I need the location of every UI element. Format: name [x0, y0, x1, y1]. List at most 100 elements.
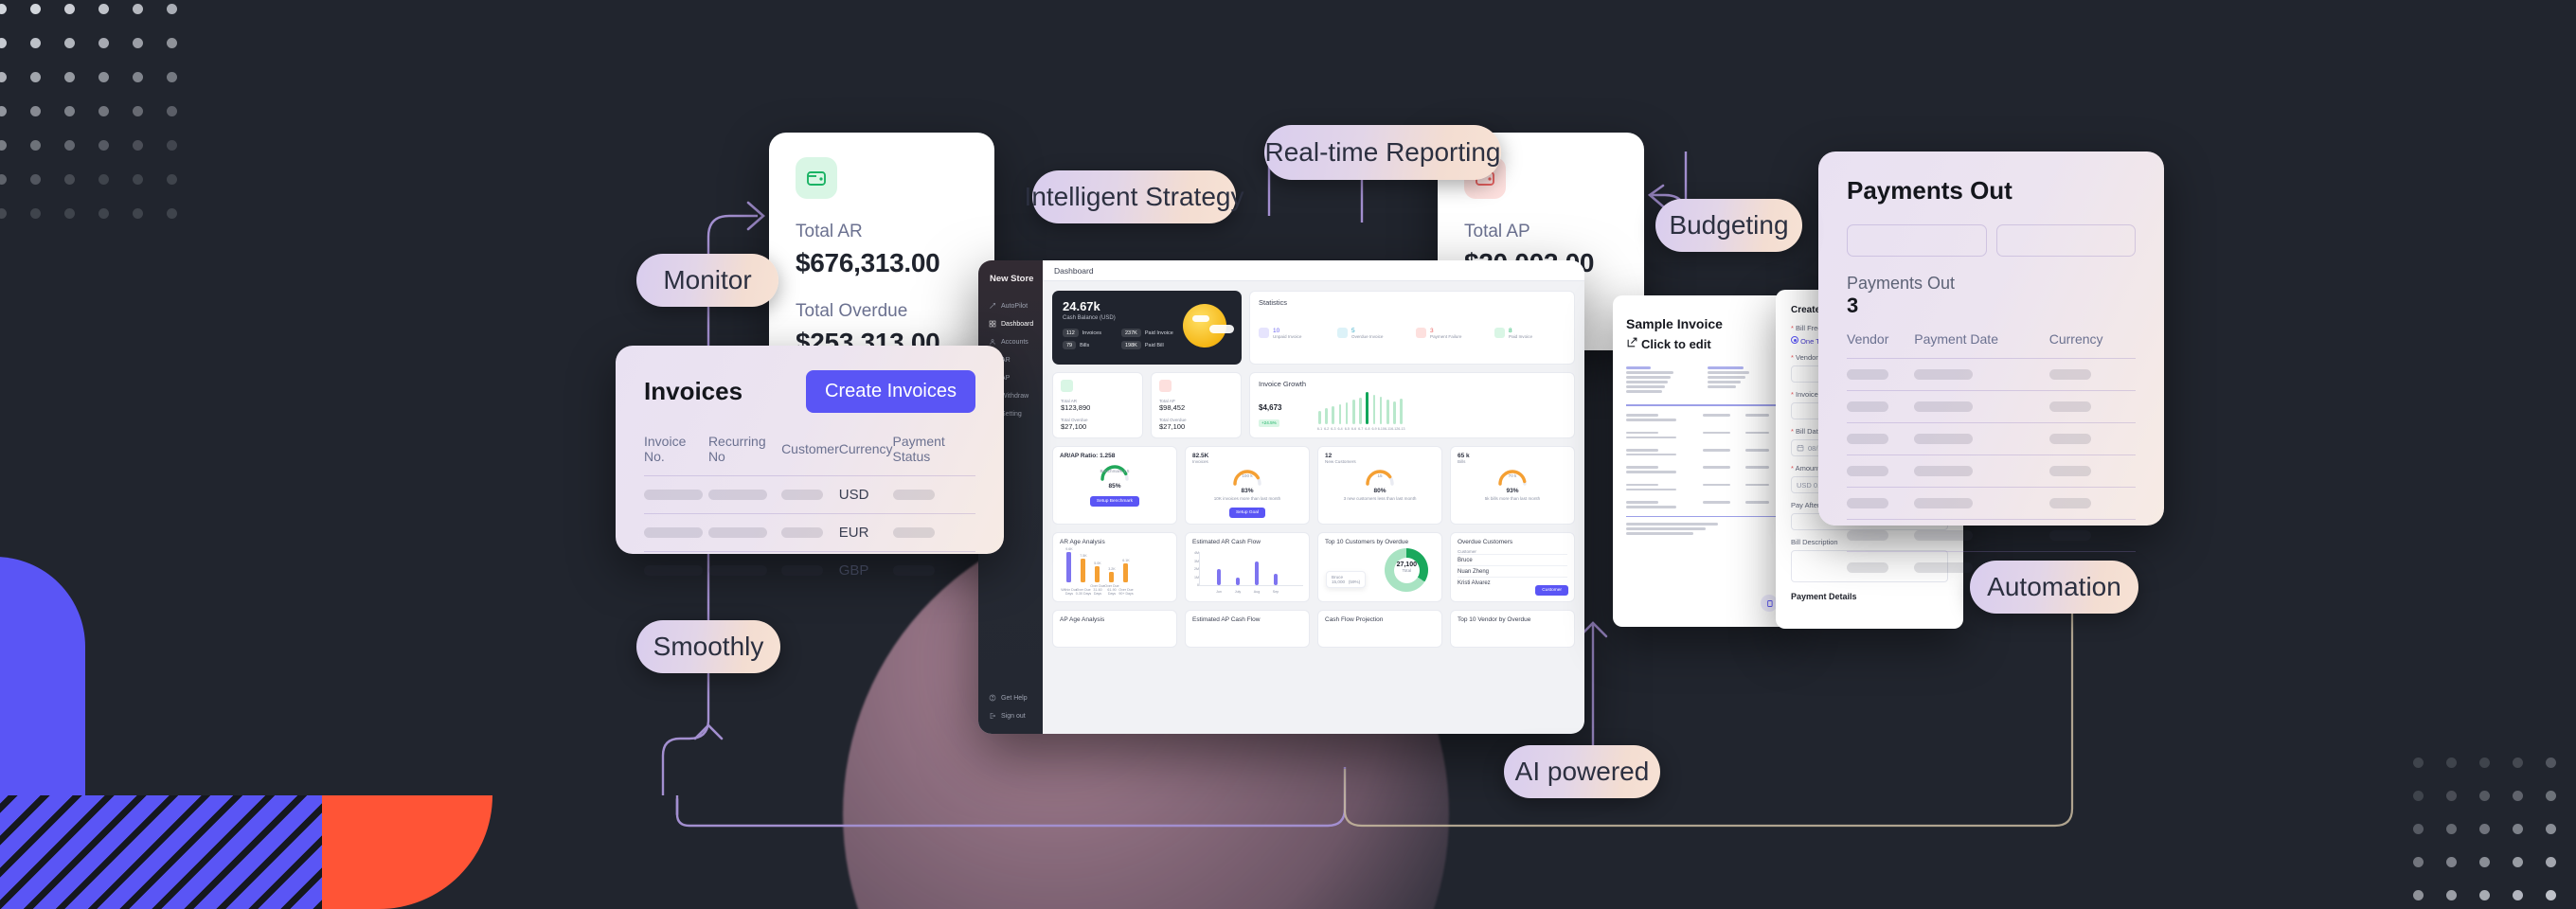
required-marker: * [1791, 390, 1794, 399]
hero-illustration: Total AR $676,313.00 Total Overdue $253,… [0, 0, 2576, 909]
pill-automation[interactable]: Automation [1970, 561, 2138, 614]
cell-payment-date [1914, 422, 2049, 455]
payments-filter-input-2[interactable] [1995, 224, 2136, 257]
gauge-card: 65 k Bills 70 k 93% 5k bills more than l… [1450, 446, 1575, 525]
help-icon [989, 694, 996, 704]
click-to-edit-hint[interactable]: Click to edit [1626, 336, 1780, 351]
sidebar-item-get-help[interactable]: Get Help [986, 689, 1035, 707]
ar-tile-value: $123,890 [1061, 403, 1091, 412]
cloud-illustration [1209, 325, 1234, 333]
chart-bar [1217, 569, 1221, 585]
table-row[interactable] [1847, 358, 2136, 391]
pill-intelligent-strategy-label: Intelligent Strategy [1024, 182, 1244, 211]
gauge-inner-label: 15 [1377, 473, 1383, 478]
payments-out-table: Vendor Payment Date Currency [1847, 331, 2136, 583]
amount-label: Amount [1795, 464, 1820, 472]
chart-bar [1123, 562, 1128, 582]
gauge-subheading: Invoices [1192, 459, 1208, 464]
statistics-title: Statistics [1259, 298, 1288, 307]
growth-bar [1400, 399, 1403, 424]
autopilot-icon [989, 302, 996, 312]
pill-smoothly[interactable]: Smoothly [636, 620, 780, 673]
cell-payment-status [892, 551, 975, 589]
table-row[interactable] [1847, 422, 2136, 455]
pill-real-time-reporting[interactable]: Real-time Reporting [1264, 125, 1501, 180]
overdue-customer-row: Bruce [1458, 554, 1567, 565]
hero-stat-value: 198K [1121, 341, 1141, 349]
pill-budgeting[interactable]: Budgeting [1655, 199, 1802, 252]
gauge-inner-label: 100 k [1242, 473, 1253, 478]
gauge-heading: 12 [1325, 453, 1333, 459]
grid-icon [989, 320, 996, 330]
table-row[interactable]: USD [644, 475, 975, 514]
chart-title: Overdue Customers [1458, 539, 1513, 545]
pill-monitor-label: Monitor [663, 265, 752, 294]
required-marker: * [1791, 353, 1794, 362]
total-ar-value: $676,313.00 [796, 248, 940, 277]
wallet-icon [796, 157, 837, 199]
gauge-action-button[interactable]: Setup Goal [1228, 508, 1265, 518]
gauge-subheading: New Customers [1325, 459, 1356, 464]
cell-payment-status [892, 513, 975, 552]
gauge-card: 12 New Customers 15 80% 3 new customers … [1317, 446, 1442, 525]
cell-recurring-no [707, 475, 782, 514]
payments-out-card[interactable]: Payments Out Payments Out 3 Vendor Paymen… [1818, 152, 2164, 583]
payments-out-metric-value: 3 [1847, 294, 1859, 317]
gauge-subheading: Bills [1458, 459, 1466, 464]
table-row[interactable] [1847, 454, 2136, 488]
growth-bar [1393, 401, 1396, 424]
table-row[interactable] [1847, 519, 2136, 552]
growth-bar [1372, 395, 1376, 424]
growth-bar [1345, 401, 1349, 424]
cell-customer [781, 513, 839, 552]
dashboard-window[interactable]: New Store AutoPilot Dashboard Accounts A… [978, 260, 1584, 734]
create-invoices-button[interactable]: Create Invoices [806, 370, 975, 413]
cell-customer [781, 475, 839, 514]
chart-value-label: 7.5K [1080, 554, 1087, 558]
table-row[interactable] [1847, 487, 2136, 520]
statistic-value: 3 [1430, 328, 1434, 334]
chart-title: AP Age Analysis [1060, 616, 1105, 623]
donut-tooltip: Bruce 15,000 (59%) [1326, 571, 1367, 588]
cell-currency [2048, 454, 2136, 488]
sidebar-item-label: Accounts [1001, 339, 1029, 346]
table-row[interactable]: EUR [644, 513, 975, 552]
pill-smoothly-label: Smoothly [653, 632, 764, 661]
invoices-column-header: Recurring No [707, 434, 766, 464]
payments-out-title: Payments Out [1847, 176, 2012, 205]
chart-title: Estimated AP Cash Flow [1192, 616, 1261, 623]
statistic-label: Payment Failure [1430, 334, 1462, 339]
pill-ai-powered-label: AI powered [1514, 757, 1650, 786]
dashboard-ar-tile: Total AR $123,890 Total Overdue $27,100 [1052, 372, 1143, 438]
table-row[interactable]: GBP [644, 551, 975, 589]
ap-tile-value: $98,452 [1159, 403, 1186, 412]
chart-value-label: 6.1K [1122, 558, 1130, 562]
pill-ai-powered[interactable]: AI powered [1504, 745, 1660, 798]
overdue-customer-button[interactable]: Customer [1535, 585, 1568, 596]
cell-payment-date [1914, 390, 2049, 423]
cell-payment-date [1914, 487, 2049, 520]
total-ar-label: Total AR [796, 222, 863, 241]
payment-details-heading: Payment Details [1791, 592, 1857, 601]
payments-filter-input-1[interactable] [1847, 224, 1987, 257]
growth-bar [1338, 403, 1342, 424]
sidebar-item-label: Setting [1001, 411, 1022, 418]
sidebar-item-sign-out[interactable]: Sign out [986, 707, 1035, 725]
hero-stat-label: Paid Invoice [1144, 330, 1173, 336]
gauge-percent: 80% [1373, 488, 1386, 494]
pencil-square-icon [1626, 336, 1638, 351]
pill-monitor[interactable]: Monitor [636, 254, 778, 307]
cell-vendor [1847, 551, 1915, 583]
sidebar-item-autopilot[interactable]: AutoPilot [986, 297, 1035, 315]
hero-stat-label: Invoices [1082, 330, 1101, 336]
cell-payment-date [1914, 454, 2049, 488]
pill-intelligent-strategy[interactable]: Intelligent Strategy [1025, 170, 1243, 223]
statistic-item: 5 Overdue Invoice [1337, 328, 1408, 339]
sample-invoice-preview[interactable]: Sample Invoice Click to edit [1613, 295, 1793, 627]
gauge-action-button[interactable]: Setup Benchmark [1089, 496, 1140, 507]
sidebar-item-dashboard[interactable]: Dashboard [986, 315, 1035, 333]
chart-bar [1081, 559, 1085, 582]
cell-vendor [1847, 422, 1915, 455]
table-row[interactable] [1847, 390, 2136, 423]
invoices-card[interactable]: Invoices Create Invoices Invoice No. Recu… [616, 346, 1004, 589]
